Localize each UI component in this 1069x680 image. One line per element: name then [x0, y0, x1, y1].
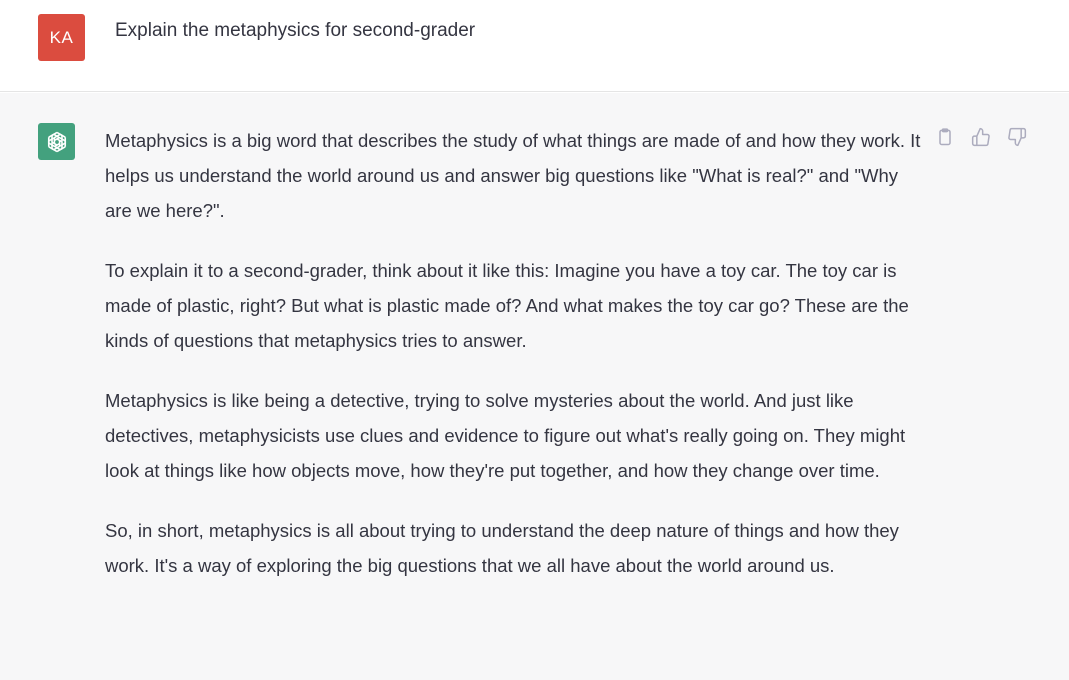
- user-message-text: Explain the metaphysics for second-grade…: [115, 20, 476, 41]
- answer-paragraph: So, in short, metaphysics is all about t…: [105, 520, 899, 576]
- user-message-row: KA Explain the metaphysics for second-gr…: [0, 0, 1069, 92]
- answer-paragraph: To explain it to a second-grader, think …: [105, 260, 909, 351]
- dislike-button[interactable]: [1006, 126, 1028, 148]
- answer-paragraph: Metaphysics is like being a detective, t…: [105, 390, 906, 481]
- assistant-message-row: Metaphysics is a big word that describes…: [0, 93, 1069, 680]
- copy-button[interactable]: [934, 126, 956, 148]
- thumbs-down-icon: [1008, 127, 1027, 147]
- answer-paragraph: Metaphysics is a big word that describes…: [105, 130, 921, 221]
- openai-logo-icon: [47, 131, 66, 152]
- user-avatar: KA: [38, 14, 85, 61]
- message-actions: [934, 126, 1028, 148]
- clipboard-icon: [939, 128, 951, 146]
- like-button[interactable]: [970, 126, 992, 148]
- assistant-avatar: [38, 123, 75, 160]
- thumbs-up-icon: [971, 127, 990, 147]
- assistant-answer: Metaphysics is a big word that describes…: [105, 123, 925, 608]
